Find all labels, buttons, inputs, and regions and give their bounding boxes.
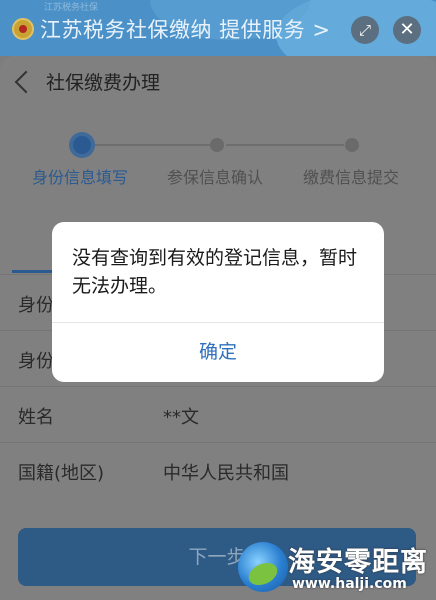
step-connector [226, 144, 344, 146]
field-value: **文 [163, 407, 199, 428]
site-logo-icon [238, 542, 288, 592]
step-dot-2 [210, 138, 224, 152]
step-dot-1 [73, 136, 91, 154]
field-label: 身份 [18, 351, 54, 372]
field-label: 姓名 [18, 407, 54, 428]
banner-subtitle: 江苏税务社保 [44, 3, 99, 13]
step-dot-3 [345, 138, 359, 152]
banner-title[interactable]: 江苏税务社保缴纳 提供服务 > [40, 14, 330, 44]
expand-button[interactable]: ⤢ [351, 16, 379, 44]
mini-program-banner[interactable]: 江苏税务社保 江苏税务社保缴纳 提供服务 > ⤢ ✕ [0, 0, 436, 56]
expand-icon: ⤢ [358, 21, 371, 39]
site-watermark: 海安零距离 www.halji.com [238, 540, 436, 600]
step-label-2: 参保信息确认 [167, 168, 264, 187]
page-header: 社保缴费办理 [0, 56, 436, 106]
dialog-message: 没有查询到有效的登记信息，暂时无法办理。 [72, 247, 358, 297]
step-label-3: 缴费信息提交 [303, 168, 400, 187]
form-row-name[interactable]: 姓名 **文 [0, 386, 436, 441]
step-connector [92, 144, 210, 146]
watermark-name: 海安零距离 [288, 547, 428, 578]
back-chevron-icon[interactable] [14, 70, 38, 94]
form-row-nationality[interactable]: 国籍(地区) 中华人民共和国 [0, 442, 436, 497]
progress-steps: 身份信息填写 参保信息确认 缴费信息提交 [0, 134, 436, 194]
step-label-1: 身份信息填写 [32, 168, 129, 187]
tax-emblem-icon [12, 18, 34, 40]
field-value: 中华人民共和国 [163, 463, 289, 484]
page-title: 社保缴费办理 [46, 72, 161, 94]
field-label: 国籍(地区) [18, 463, 105, 484]
watermark-url: www.halji.com [292, 576, 407, 592]
confirm-button[interactable]: 确定 [52, 323, 384, 382]
field-label: 身份 [18, 295, 54, 316]
close-button[interactable]: ✕ [393, 16, 421, 44]
alert-dialog: 没有查询到有效的登记信息，暂时无法办理。 确定 [52, 222, 384, 382]
close-icon: ✕ [399, 19, 415, 40]
